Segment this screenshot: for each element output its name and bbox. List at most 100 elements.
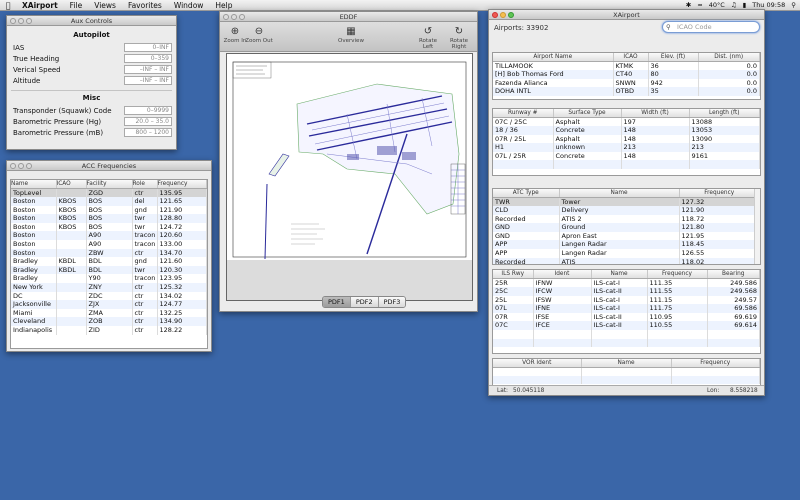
minimize-icon[interactable] xyxy=(18,18,24,24)
xairport-titlebar[interactable]: XAirport xyxy=(489,10,764,20)
menu-window[interactable]: Window xyxy=(168,1,210,10)
table-row[interactable] xyxy=(493,160,760,170)
table-row[interactable]: 25R IFNW ILS-cat-I 111.35 249.586 xyxy=(493,278,760,288)
zoom-icon[interactable] xyxy=(239,14,245,20)
menu-file[interactable]: File xyxy=(64,1,89,10)
column-header[interactable]: ICAO xyxy=(56,180,87,189)
apple-icon[interactable]:  xyxy=(0,1,16,10)
table-row[interactable]: Bradley KBDL BDL twr 120.30 xyxy=(11,265,207,275)
menu-favorites[interactable]: Favorites xyxy=(122,1,168,10)
field-input[interactable]: 800 – 1200 xyxy=(124,128,172,137)
menu-views[interactable]: Views xyxy=(88,1,122,10)
close-icon[interactable] xyxy=(492,12,498,18)
column-header[interactable]: ATC Type xyxy=(493,189,560,198)
table-row[interactable]: Indianapolis ZID ctr 128.22 xyxy=(11,326,207,335)
column-header[interactable]: Frequency xyxy=(157,180,207,189)
minimize-icon[interactable] xyxy=(500,12,506,18)
column-header[interactable]: Length (ft) xyxy=(689,109,760,118)
table-row[interactable]: GND Apron East 121.95 xyxy=(493,231,760,241)
close-icon[interactable] xyxy=(223,14,229,20)
table-row[interactable]: TWR Tower 127.32 xyxy=(493,197,760,207)
volume-icon[interactable]: ♫ xyxy=(731,1,737,9)
acc-titlebar[interactable]: ACC Frequencies xyxy=(7,161,211,171)
column-header[interactable]: Name xyxy=(591,270,648,279)
minimize-icon[interactable] xyxy=(18,163,24,169)
table-row[interactable]: 07R / 25L Asphalt 148 13090 xyxy=(493,134,760,144)
airport-chart-document[interactable] xyxy=(226,53,473,301)
field-input[interactable]: 0–9999 xyxy=(124,106,172,115)
column-header[interactable]: Dist. (nm) xyxy=(698,53,760,62)
airports-table-container[interactable]: Airport Name ICAO Elev. (ft) Dist. (nm) TIL… xyxy=(492,52,761,100)
table-row[interactable]: 18 / 36 Concrete 148 13053 xyxy=(493,126,760,135)
table-row[interactable]: 07R IFSE ILS-cat-II 110.95 69.619 xyxy=(493,312,760,322)
column-header[interactable]: Runway # xyxy=(493,109,554,118)
table-row[interactable]: DOHA INTL OTBD 35 0.0 xyxy=(493,87,760,96)
zoom-icon[interactable] xyxy=(508,12,514,18)
table-row[interactable]: [H] Bob Thomas Ford CT40 80 0.0 xyxy=(493,70,760,79)
column-header[interactable]: Bearing xyxy=(707,270,760,279)
field-input[interactable]: 0–INF xyxy=(124,43,172,52)
table-row[interactable]: New York ZNY ctr 125.32 xyxy=(11,283,207,292)
table-row[interactable]: Cleveland ZOB ctr 134.90 xyxy=(11,317,207,326)
table-row[interactable] xyxy=(493,330,760,339)
atc-table-container[interactable]: ATC Type Name Frequency TWR Tower 127.32 CLD D… xyxy=(492,188,761,265)
table-row[interactable] xyxy=(493,375,760,385)
field-input[interactable]: 20.0 – 35.0 xyxy=(124,117,172,126)
battery-icon[interactable]: ▮ xyxy=(743,1,747,9)
zoom-icon[interactable] xyxy=(26,18,32,24)
table-row[interactable]: 07L / 25R Concrete 148 9161 xyxy=(493,151,760,161)
column-header[interactable]: Airport Name xyxy=(493,53,614,62)
menu-help[interactable]: Help xyxy=(209,1,238,10)
pdf3-tab[interactable]: PDF3 xyxy=(378,297,406,307)
table-row[interactable]: H1 unknown 213 213 xyxy=(493,143,760,152)
table-row[interactable]: CLD Delivery 121.90 xyxy=(493,206,760,215)
column-header[interactable]: Name xyxy=(559,189,680,198)
spotlight-icon[interactable]: ⚲ xyxy=(791,1,796,9)
table-row[interactable]: Bradley KBDL BDL gnd 121.60 xyxy=(11,257,207,266)
table-row[interactable]: Boston KBOS BOS del 121.65 xyxy=(11,197,207,206)
column-header[interactable]: ICAO xyxy=(613,53,649,62)
eddf-titlebar[interactable]: EDDF xyxy=(220,12,477,22)
column-header[interactable]: Elev. (ft) xyxy=(648,53,699,62)
ils-table-container[interactable]: ILS Rwy Ident Name Frequency Bearing 25R IFNW… xyxy=(492,269,761,354)
column-header[interactable]: Surface Type xyxy=(553,109,622,118)
table-row[interactable]: Boston KBOS BOS twr 124.72 xyxy=(11,222,207,232)
minimize-icon[interactable] xyxy=(231,14,237,20)
rotate-right-button[interactable]: ↻ Rotate Right xyxy=(444,26,474,50)
temperature-readout[interactable]: 40°C xyxy=(709,1,725,9)
wifi-icon[interactable]: ≈ xyxy=(697,1,702,9)
column-header[interactable]: Frequency xyxy=(647,270,708,279)
zoom-icon[interactable] xyxy=(26,163,32,169)
table-row[interactable]: APP Langen Radar 126.55 xyxy=(493,249,760,258)
table-row[interactable] xyxy=(493,367,760,376)
table-row[interactable]: Jacksonville ZJX ctr 124.77 xyxy=(11,300,207,309)
table-row[interactable]: TopLevel ZGD ctr 135.95 xyxy=(11,188,207,198)
column-header[interactable]: Frequency xyxy=(679,189,760,198)
menu-app-name[interactable]: XAirport xyxy=(16,1,64,10)
column-header[interactable]: Ident xyxy=(533,270,592,279)
pdf1-tab[interactable]: PDF1 xyxy=(323,297,351,307)
table-row[interactable]: TILLAMOOK KTMK 36 0.0 xyxy=(493,61,760,71)
table-row[interactable]: APP Langen Radar 118.45 xyxy=(493,240,760,250)
column-header[interactable]: ILS Rwy xyxy=(493,270,534,279)
table-row[interactable]: Bradley Y90 tracon 123.95 xyxy=(11,274,207,284)
column-header[interactable]: VOR Ident xyxy=(493,359,582,368)
table-row[interactable]: GND Ground 121.80 xyxy=(493,223,760,232)
table-row[interactable]: Recorded ATIS 2 118.72 xyxy=(493,214,760,224)
table-row[interactable]: DC ZDC ctr 134.02 xyxy=(11,291,207,301)
table-row[interactable]: Boston ZBW ctr 134.70 xyxy=(11,248,207,258)
column-header[interactable]: Facility xyxy=(86,180,133,189)
column-header[interactable]: Name xyxy=(581,359,672,368)
table-row[interactable]: 25L IFSW ILS-cat-I 111.15 249.57 xyxy=(493,295,760,305)
column-header[interactable]: Name xyxy=(11,180,57,189)
overview-button[interactable]: ▦ Overview xyxy=(336,26,366,44)
pdf2-tab[interactable]: PDF2 xyxy=(350,297,379,307)
table-row[interactable]: Boston A90 tracon 133.00 xyxy=(11,240,207,249)
zoom-out-button[interactable]: ⊖ Zoom Out xyxy=(244,26,274,44)
field-input[interactable]: –INF – INF xyxy=(124,76,172,85)
field-input[interactable]: –INF – INF xyxy=(124,65,172,74)
table-row[interactable]: 07C IFCE ILS-cat-II 110.55 69.614 xyxy=(493,321,760,331)
column-header[interactable]: Role xyxy=(132,180,158,189)
table-row[interactable]: 07C / 25C Asphalt 197 13088 xyxy=(493,117,760,127)
table-row[interactable] xyxy=(493,338,760,348)
